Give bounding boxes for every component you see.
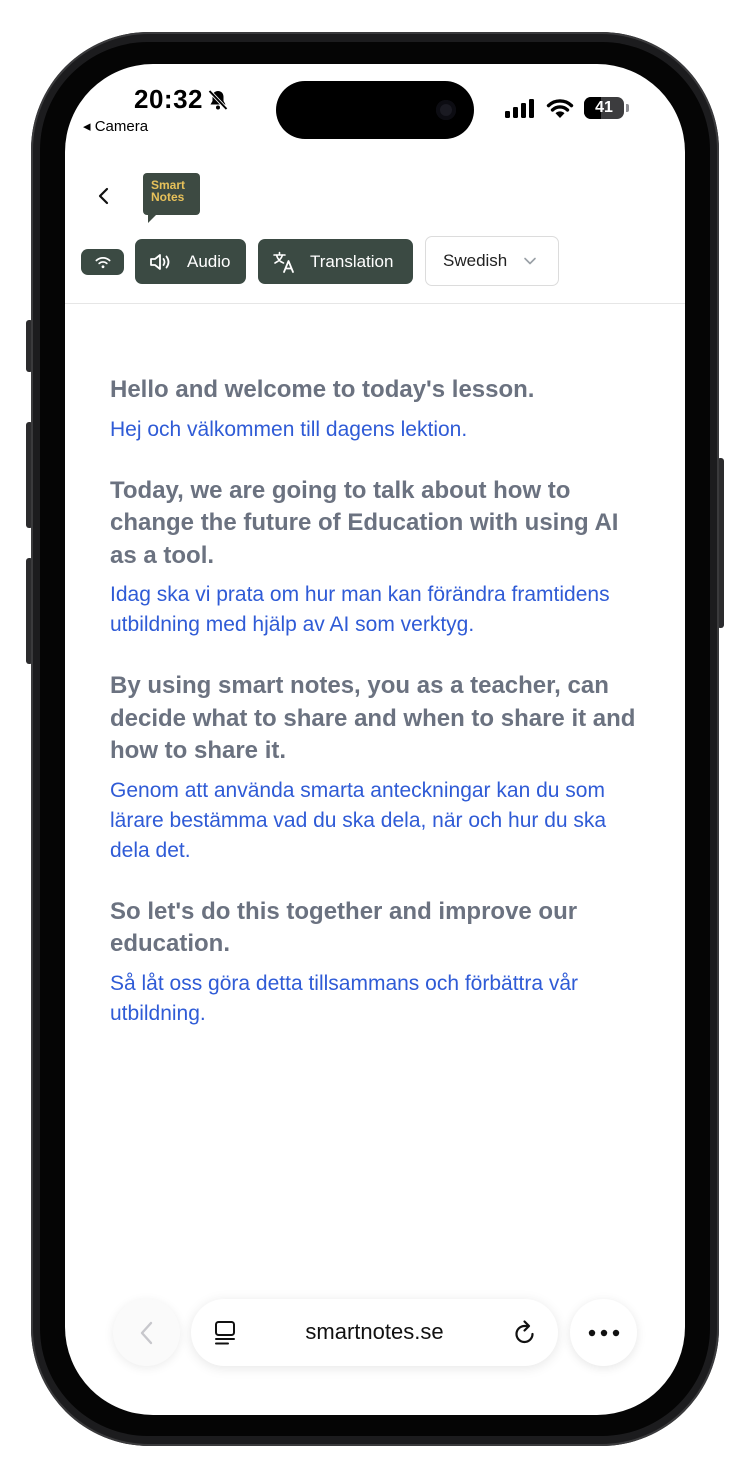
translated-text: Genom att använda smarta anteckningar ka…: [110, 778, 607, 862]
chevron-left-icon: [140, 1321, 152, 1344]
url-text[interactable]: smartnotes.se: [191, 1319, 558, 1345]
language-selected: Swedish: [443, 251, 508, 270]
screen: 20:32 ◂ Camera 41 Smart Notes Audio Tran…: [65, 64, 685, 1415]
more-button[interactable]: [570, 1299, 637, 1366]
smart-notes-logo[interactable]: Smart Notes: [143, 173, 200, 223]
reload-icon[interactable]: [512, 1319, 538, 1347]
dynamic-island: [276, 81, 474, 139]
battery-tip: [626, 104, 629, 112]
lesson-content: Hello and welcome to today's lesson. Hej…: [110, 374, 650, 1059]
cellular-signal-icon: [505, 99, 534, 118]
toolbar: Audio Translation Swedish: [81, 236, 681, 286]
browser-back-button[interactable]: [113, 1299, 180, 1366]
language-select[interactable]: Swedish: [425, 236, 559, 286]
speaker-icon: [150, 253, 170, 270]
lesson-item: By using smart notes, you as a teacher, …: [110, 670, 650, 866]
wifi-icon: [94, 257, 111, 269]
header-divider: [65, 303, 685, 304]
original-text: So let's do this together and improve ou…: [110, 897, 578, 958]
lesson-item: Hello and welcome to today's lesson. Hej…: [110, 374, 650, 445]
back-to-camera-link[interactable]: ◂ Camera: [83, 117, 148, 135]
more-icon: [588, 1329, 619, 1336]
translation-label: Translation: [310, 251, 394, 271]
audio-button[interactable]: Audio: [135, 239, 246, 284]
battery-percent: 41: [595, 99, 613, 116]
translated-text: Hej och välkommen till dagens lektion.: [110, 417, 468, 441]
bell-slash-icon: [208, 89, 228, 111]
translate-icon: [273, 251, 294, 273]
logo-line-2: Notes: [151, 190, 185, 204]
original-text: Today, we are going to talk about how to…: [110, 476, 619, 569]
original-text: By using smart notes, you as a teacher, …: [110, 672, 636, 764]
wifi-icon: [546, 99, 574, 118]
translated-text: Så låt oss göra detta tillsammans och fö…: [110, 971, 579, 1025]
chevron-down-icon: [524, 257, 536, 265]
chevron-left-icon[interactable]: [93, 182, 115, 210]
audio-label: Audio: [187, 251, 231, 271]
lesson-item: So let's do this together and improve ou…: [110, 896, 650, 1029]
battery-indicator: 41: [584, 97, 624, 119]
front-camera: [436, 100, 456, 120]
translated-text: Idag ska vi prata om hur man kan förändr…: [110, 583, 610, 636]
address-bar[interactable]: smartnotes.se: [191, 1299, 558, 1366]
live-connection-button[interactable]: [81, 249, 124, 275]
status-time: 20:32: [134, 84, 203, 114]
translation-button[interactable]: Translation: [258, 239, 413, 284]
lesson-item: Today, we are going to talk about how to…: [110, 475, 650, 641]
original-text: Hello and welcome to today's lesson.: [110, 376, 535, 403]
